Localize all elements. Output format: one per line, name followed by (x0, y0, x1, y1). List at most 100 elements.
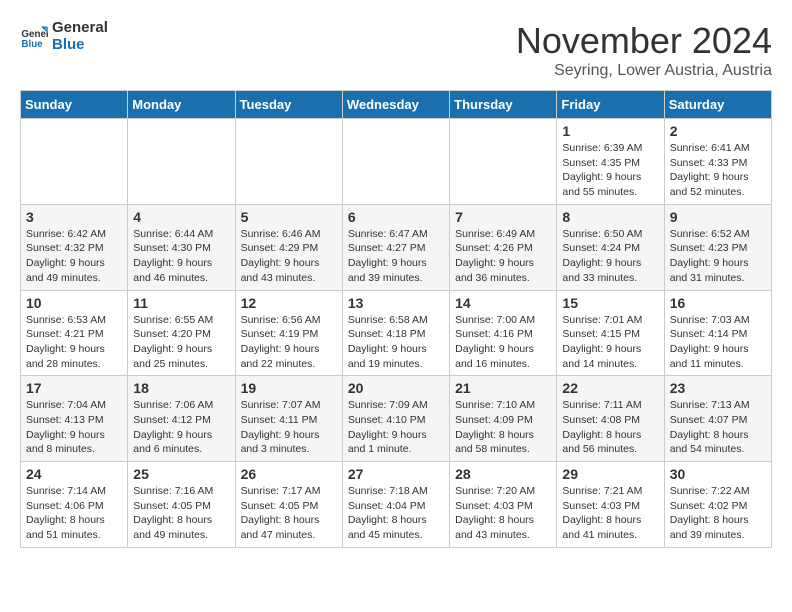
calendar-cell: 24 Sunrise: 7:14 AM Sunset: 4:06 PM Dayli… (21, 462, 128, 548)
day-number: 15 (562, 295, 658, 311)
page-header: General Blue General Blue November 2024 … (20, 20, 772, 80)
day-number: 2 (670, 123, 766, 139)
calendar-cell: 26 Sunrise: 7:17 AM Sunset: 4:05 PM Dayli… (235, 462, 342, 548)
day-number: 28 (455, 466, 551, 482)
calendar-cell: 20 Sunrise: 7:09 AM Sunset: 4:10 PM Dayli… (342, 376, 449, 462)
header-wednesday: Wednesday (342, 91, 449, 119)
calendar-header: SundayMondayTuesdayWednesdayThursdayFrid… (21, 91, 772, 119)
day-number: 30 (670, 466, 766, 482)
calendar-cell: 1 Sunrise: 6:39 AM Sunset: 4:35 PM Daylig… (557, 119, 664, 205)
day-number: 16 (670, 295, 766, 311)
calendar-cell: 22 Sunrise: 7:11 AM Sunset: 4:08 PM Dayli… (557, 376, 664, 462)
calendar-cell: 27 Sunrise: 7:18 AM Sunset: 4:04 PM Dayli… (342, 462, 449, 548)
calendar-cell: 16 Sunrise: 7:03 AM Sunset: 4:14 PM Dayli… (664, 290, 771, 376)
day-number: 29 (562, 466, 658, 482)
day-number: 27 (348, 466, 444, 482)
calendar-cell: 30 Sunrise: 7:22 AM Sunset: 4:02 PM Dayli… (664, 462, 771, 548)
day-number: 9 (670, 209, 766, 225)
day-number: 24 (26, 466, 122, 482)
day-info: Sunrise: 6:41 AM Sunset: 4:33 PM Dayligh… (670, 141, 766, 200)
calendar-table: SundayMondayTuesdayWednesdayThursdayFrid… (20, 90, 772, 548)
day-number: 11 (133, 295, 229, 311)
day-number: 6 (348, 209, 444, 225)
logo-blue: Blue (52, 37, 108, 54)
calendar-cell: 13Sunrise: 6:58 AM Sunset: 4:18 PM Dayli… (342, 290, 449, 376)
calendar-cell: 18Sunrise: 7:06 AM Sunset: 4:12 PM Dayli… (128, 376, 235, 462)
day-info: Sunrise: 7:07 AM Sunset: 4:11 PM Dayligh… (241, 398, 337, 457)
day-number: 26 (241, 466, 337, 482)
logo-general: General (52, 20, 108, 37)
location-subtitle: Seyring, Lower Austria, Austria (516, 62, 772, 80)
calendar-cell: 3Sunrise: 6:42 AM Sunset: 4:32 PM Daylig… (21, 204, 128, 290)
header-row: SundayMondayTuesdayWednesdayThursdayFrid… (21, 91, 772, 119)
header-thursday: Thursday (450, 91, 557, 119)
week-row-5: 24 Sunrise: 7:14 AM Sunset: 4:06 PM Dayli… (21, 462, 772, 548)
calendar-cell: 11 Sunrise: 6:55 AM Sunset: 4:20 PM Dayli… (128, 290, 235, 376)
day-number: 12 (241, 295, 337, 311)
title-section: November 2024 Seyring, Lower Austria, Au… (516, 20, 772, 80)
calendar-cell: 9Sunrise: 6:52 AM Sunset: 4:23 PM Daylig… (664, 204, 771, 290)
calendar-cell (235, 119, 342, 205)
day-number: 5 (241, 209, 337, 225)
day-info: Sunrise: 7:03 AM Sunset: 4:14 PM Dayligh… (670, 313, 766, 372)
week-row-3: 10 Sunrise: 6:53 AM Sunset: 4:21 PM Dayli… (21, 290, 772, 376)
day-info: Sunrise: 7:11 AM Sunset: 4:08 PM Dayligh… (562, 398, 658, 457)
logo-icon: General Blue (20, 23, 48, 51)
day-info: Sunrise: 6:56 AM Sunset: 4:19 PM Dayligh… (241, 313, 337, 372)
calendar-cell: 4Sunrise: 6:44 AM Sunset: 4:30 PM Daylig… (128, 204, 235, 290)
day-info: Sunrise: 7:04 AM Sunset: 4:13 PM Dayligh… (26, 398, 122, 457)
week-row-2: 3Sunrise: 6:42 AM Sunset: 4:32 PM Daylig… (21, 204, 772, 290)
day-info: Sunrise: 6:53 AM Sunset: 4:21 PM Dayligh… (26, 313, 122, 372)
logo: General Blue General Blue (20, 20, 108, 53)
calendar-cell: 12 Sunrise: 6:56 AM Sunset: 4:19 PM Dayli… (235, 290, 342, 376)
day-number: 10 (26, 295, 122, 311)
calendar-cell (450, 119, 557, 205)
calendar-cell: 25Sunrise: 7:16 AM Sunset: 4:05 PM Dayli… (128, 462, 235, 548)
calendar-cell: 7 Sunrise: 6:49 AM Sunset: 4:26 PM Daylig… (450, 204, 557, 290)
day-info: Sunrise: 7:18 AM Sunset: 4:04 PM Dayligh… (348, 484, 444, 543)
day-info: Sunrise: 6:39 AM Sunset: 4:35 PM Dayligh… (562, 141, 658, 200)
calendar-cell: 14 Sunrise: 7:00 AM Sunset: 4:16 PM Dayli… (450, 290, 557, 376)
day-info: Sunrise: 7:10 AM Sunset: 4:09 PM Dayligh… (455, 398, 551, 457)
day-number: 21 (455, 380, 551, 396)
day-info: Sunrise: 7:01 AM Sunset: 4:15 PM Dayligh… (562, 313, 658, 372)
day-info: Sunrise: 7:17 AM Sunset: 4:05 PM Dayligh… (241, 484, 337, 543)
day-number: 25 (133, 466, 229, 482)
day-info: Sunrise: 7:13 AM Sunset: 4:07 PM Dayligh… (670, 398, 766, 457)
calendar-cell: 2 Sunrise: 6:41 AM Sunset: 4:33 PM Daylig… (664, 119, 771, 205)
day-info: Sunrise: 6:50 AM Sunset: 4:24 PM Dayligh… (562, 227, 658, 286)
calendar-cell (128, 119, 235, 205)
day-info: Sunrise: 7:22 AM Sunset: 4:02 PM Dayligh… (670, 484, 766, 543)
calendar-cell: 17 Sunrise: 7:04 AM Sunset: 4:13 PM Dayli… (21, 376, 128, 462)
day-number: 17 (26, 380, 122, 396)
day-number: 1 (562, 123, 658, 139)
header-sunday: Sunday (21, 91, 128, 119)
day-info: Sunrise: 6:55 AM Sunset: 4:20 PM Dayligh… (133, 313, 229, 372)
week-row-4: 17 Sunrise: 7:04 AM Sunset: 4:13 PM Dayli… (21, 376, 772, 462)
day-info: Sunrise: 7:20 AM Sunset: 4:03 PM Dayligh… (455, 484, 551, 543)
calendar-cell: 8Sunrise: 6:50 AM Sunset: 4:24 PM Daylig… (557, 204, 664, 290)
calendar-cell: 21 Sunrise: 7:10 AM Sunset: 4:09 PM Dayli… (450, 376, 557, 462)
day-info: Sunrise: 6:58 AM Sunset: 4:18 PM Dayligh… (348, 313, 444, 372)
day-number: 7 (455, 209, 551, 225)
calendar-cell: 23Sunrise: 7:13 AM Sunset: 4:07 PM Dayli… (664, 376, 771, 462)
day-number: 19 (241, 380, 337, 396)
header-friday: Friday (557, 91, 664, 119)
day-number: 22 (562, 380, 658, 396)
week-row-1: 1 Sunrise: 6:39 AM Sunset: 4:35 PM Daylig… (21, 119, 772, 205)
day-info: Sunrise: 6:44 AM Sunset: 4:30 PM Dayligh… (133, 227, 229, 286)
calendar-cell (21, 119, 128, 205)
day-info: Sunrise: 7:09 AM Sunset: 4:10 PM Dayligh… (348, 398, 444, 457)
day-info: Sunrise: 6:46 AM Sunset: 4:29 PM Dayligh… (241, 227, 337, 286)
day-number: 18 (133, 380, 229, 396)
day-number: 14 (455, 295, 551, 311)
day-info: Sunrise: 7:14 AM Sunset: 4:06 PM Dayligh… (26, 484, 122, 543)
day-info: Sunrise: 7:21 AM Sunset: 4:03 PM Dayligh… (562, 484, 658, 543)
day-number: 20 (348, 380, 444, 396)
calendar-cell: 19 Sunrise: 7:07 AM Sunset: 4:11 PM Dayli… (235, 376, 342, 462)
day-info: Sunrise: 6:49 AM Sunset: 4:26 PM Dayligh… (455, 227, 551, 286)
calendar-cell: 5 Sunrise: 6:46 AM Sunset: 4:29 PM Daylig… (235, 204, 342, 290)
day-info: Sunrise: 7:00 AM Sunset: 4:16 PM Dayligh… (455, 313, 551, 372)
day-number: 3 (26, 209, 122, 225)
header-monday: Monday (128, 91, 235, 119)
